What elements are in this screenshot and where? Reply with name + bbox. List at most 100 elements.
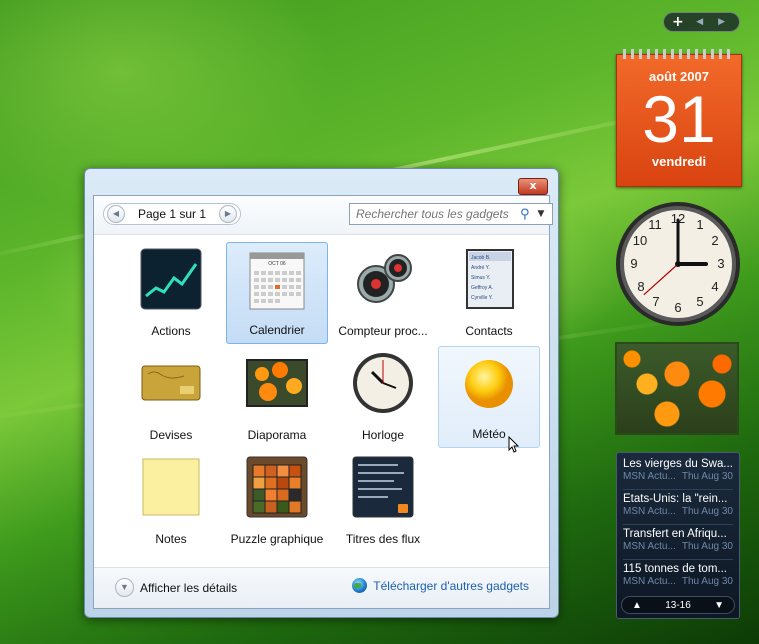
weather-sun-icon (458, 353, 520, 415)
feed-item[interactable]: 115 tonnes de tom... MSN Actu... Thu Aug … (623, 560, 733, 595)
feed-item[interactable]: Transfert en Afriqu... MSN Actu... Thu Au… (623, 525, 733, 560)
gallery-footer: ▼ Afficher les détails Télécharger d'aut… (94, 567, 549, 608)
close-button[interactable]: x (518, 178, 548, 195)
calendar-day: 31 (642, 82, 716, 156)
calendar-weekday: vendredi (651, 154, 707, 169)
gadget-tile-diaporama[interactable]: Diaporama (226, 346, 328, 448)
calendar-rings (623, 49, 735, 59)
feed-date: Thu Aug 30 (681, 541, 733, 552)
slideshow-gadget[interactable] (615, 342, 739, 435)
svg-text:11: 11 (648, 217, 662, 232)
calendar-icon: OCT 06 (246, 249, 308, 311)
svg-text:8: 8 (637, 279, 644, 294)
feed-title: Les vierges du Swa... (623, 458, 733, 470)
feed-headlines-icon (352, 456, 414, 518)
gadget-label: Horloge (361, 428, 405, 442)
gallery-toolbar: ◀ Page 1 sur 1 ▶ ⚲ ▼ (94, 196, 553, 235)
page-label: Page 1 sur 1 (137, 207, 207, 221)
gadget-label: Titres des flux (345, 532, 421, 546)
picture-puzzle-icon (246, 456, 308, 518)
chevron-down-icon: ▼ (115, 578, 134, 597)
stocks-chart-icon (140, 248, 202, 310)
show-details-button[interactable]: ▼ Afficher les détails (115, 578, 237, 597)
svg-text:5: 5 (696, 294, 703, 309)
gadget-gallery-window: x ◀ Page 1 sur 1 ▶ ⚲ ▼ Actions (84, 168, 559, 618)
sidebar-page-arrows[interactable]: ◀ ▶ (696, 17, 731, 27)
add-gadget-button[interactable]: + (672, 14, 684, 30)
gadget-label: Notes (155, 532, 187, 546)
gadget-label: Calendrier (249, 323, 305, 337)
gadget-label: Diaporama (247, 428, 307, 442)
feed-title: Etats-Unis: la "rein... (623, 493, 728, 505)
gadget-tile-compteur[interactable]: Compteur proc... (332, 242, 434, 344)
gadget-tile-puzzle[interactable]: Puzzle graphique (226, 450, 328, 552)
clock-gadget[interactable]: 12 12 345 678 91011 (614, 200, 742, 328)
download-gadgets-link[interactable]: Télécharger d'autres gadgets (352, 578, 529, 593)
globe-icon (352, 578, 368, 593)
svg-text:2: 2 (711, 233, 718, 248)
gallery-panel: ◀ Page 1 sur 1 ▶ ⚲ ▼ Actions (93, 195, 553, 609)
svg-text:3: 3 (717, 256, 724, 271)
feed-prev-icon[interactable]: ▲ (632, 600, 642, 611)
gadget-label: Puzzle graphique (230, 532, 324, 546)
gadget-tile-actions[interactable]: Actions (120, 242, 222, 344)
gadget-tile-devises[interactable]: Devises (120, 346, 222, 448)
feed-item[interactable]: Etats-Unis: la "rein... MSN Actu... Thu A… (623, 490, 733, 525)
gadget-label: Contacts (465, 324, 513, 338)
gadget-tile-titres-flux[interactable]: Titres des flux (332, 450, 434, 552)
gadget-tile-calendrier[interactable]: OCT 06 Calendrier (226, 242, 328, 344)
sidebar-controls: + ◀ ▶ (663, 12, 740, 32)
svg-text:6: 6 (674, 300, 681, 315)
svg-text:Simus Y.: Simus Y. (471, 275, 490, 281)
gadget-label: Météo (472, 427, 506, 441)
feed-next-icon[interactable]: ▼ (714, 600, 724, 611)
feed-source: MSN Actu... (623, 506, 676, 517)
feed-source: MSN Actu... (623, 541, 676, 552)
clock-icon (352, 352, 414, 414)
gadget-tile-notes[interactable]: Notes (120, 450, 222, 552)
feed-date: Thu Aug 30 (681, 506, 733, 517)
contacts-icon: Jacob B. André Y. Simus Y. Geffroy A. Cy… (458, 248, 520, 310)
feed-title: Transfert en Afriqu... (623, 528, 727, 540)
calendar-gadget[interactable]: août 2007 31 vendredi (616, 49, 742, 187)
search-input[interactable] (354, 206, 518, 222)
page-navigator: ◀ Page 1 sur 1 ▶ (103, 203, 241, 225)
feed-item[interactable]: Les vierges du Swa... MSN Actu... Thu Aug… (623, 455, 733, 490)
svg-text:4: 4 (711, 279, 718, 294)
feed-source: MSN Actu... (623, 576, 676, 587)
next-page-icon[interactable]: ▶ (218, 205, 237, 223)
currency-card-icon (140, 352, 202, 414)
feed-date: Thu Aug 30 (681, 471, 733, 482)
svg-text:André Y.: André Y. (471, 265, 490, 271)
svg-text:9: 9 (630, 256, 637, 271)
show-details-label: Afficher les détails (140, 580, 238, 595)
svg-text:Jacob B.: Jacob B. (471, 255, 490, 261)
notes-icon (140, 456, 202, 518)
download-gadgets-label: Télécharger d'autres gadgets (373, 578, 529, 593)
cpu-meter-icon (352, 248, 414, 310)
feed-title: 115 tonnes de tom... (623, 563, 727, 575)
search-icon[interactable]: ⚲ (520, 207, 530, 222)
feed-headlines-gadget: Les vierges du Swa... MSN Actu... Thu Aug… (616, 452, 740, 619)
gadget-label: Devises (149, 428, 193, 442)
gadget-tile-horloge[interactable]: Horloge (332, 346, 434, 448)
mouse-cursor-icon (508, 436, 520, 453)
gadget-tile-meteo[interactable]: Météo (438, 346, 540, 448)
gadget-label: Actions (151, 324, 191, 338)
svg-text:7: 7 (652, 294, 659, 309)
svg-text:OCT 06: OCT 06 (268, 261, 286, 267)
svg-text:10: 10 (633, 233, 647, 248)
gadget-tile-contacts[interactable]: Jacob B. André Y. Simus Y. Geffroy A. Cy… (438, 242, 540, 344)
feed-range: 13-16 (665, 599, 691, 611)
gadget-search: ⚲ ▼ (349, 203, 553, 225)
slideshow-icon (246, 352, 308, 414)
prev-page-icon[interactable]: ◀ (107, 205, 125, 223)
feed-pager: ▲ 13-16 ▼ (621, 596, 735, 614)
feed-source: MSN Actu... (623, 471, 676, 482)
svg-text:Cyrville Y.: Cyrville Y. (471, 295, 493, 301)
svg-text:Geffroy A.: Geffroy A. (471, 285, 493, 291)
gadget-label: Compteur proc... (338, 324, 428, 338)
feed-date: Thu Aug 30 (681, 576, 733, 587)
svg-text:1: 1 (696, 217, 703, 232)
search-dropdown-icon[interactable]: ▼ (538, 209, 545, 219)
